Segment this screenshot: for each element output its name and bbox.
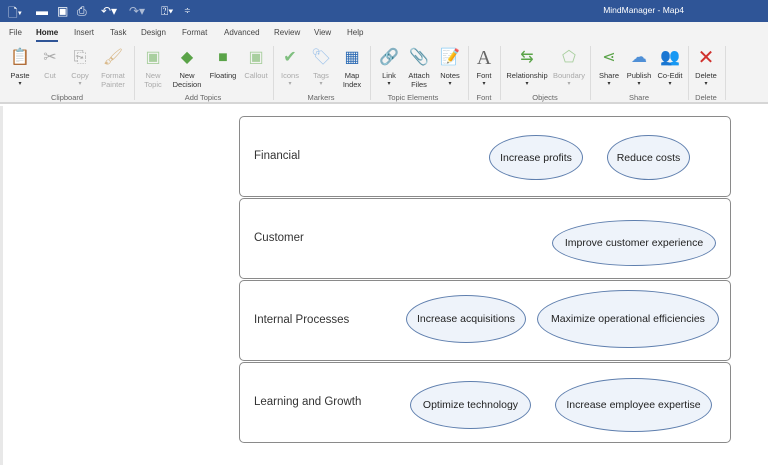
icons-icon: ✔ bbox=[283, 49, 297, 66]
callout-button[interactable]: ▣ Callout bbox=[239, 48, 273, 80]
ribbon-tabs: File Home Insert Task Design Format Adva… bbox=[0, 22, 768, 42]
new-decision-button[interactable]: ◆ New Decision bbox=[170, 48, 204, 89]
font-icon: A bbox=[476, 47, 492, 69]
tab-review[interactable]: Review bbox=[274, 28, 300, 37]
notes-icon: 📝 bbox=[440, 49, 460, 66]
notes-button[interactable]: 📝 Notes ▾ bbox=[433, 48, 467, 89]
group-label: Delete bbox=[695, 93, 717, 102]
group-label: Clipboard bbox=[50, 93, 84, 102]
undo-icon[interactable]: ↶▾ bbox=[101, 4, 117, 18]
co-edit-icon: 👥 bbox=[660, 49, 680, 66]
cut-button[interactable]: ✂ Cut bbox=[33, 48, 67, 80]
tags-button[interactable]: 🏷 Tags ▾ bbox=[304, 48, 338, 89]
format-painter-icon: 🖌 bbox=[102, 49, 124, 66]
publish-icon: ☁ bbox=[631, 49, 647, 66]
save-icon[interactable]: ▣ bbox=[57, 4, 68, 18]
group-label: Add Topics bbox=[184, 93, 222, 102]
link-icon: 🔗 bbox=[379, 49, 399, 66]
boundary-button[interactable]: ⬠ Boundary ▾ bbox=[549, 48, 589, 89]
tab-design[interactable]: Design bbox=[141, 28, 166, 37]
paste-button[interactable]: 📋 Paste ▾ bbox=[3, 48, 37, 89]
tab-file[interactable]: File bbox=[9, 28, 22, 37]
map-index-icon: ▦ bbox=[344, 49, 360, 66]
topic-increase-profits[interactable]: Increase profits bbox=[489, 135, 583, 180]
new-decision-icon: ◆ bbox=[180, 49, 194, 66]
group-label: Font bbox=[476, 93, 492, 102]
window-title: MindManager - Map4 bbox=[603, 5, 684, 15]
share-button[interactable]: ⋖ Share ▾ bbox=[592, 48, 626, 89]
print-icon[interactable]: ⎙ bbox=[77, 4, 87, 19]
copy-button[interactable]: ⎘ Copy ▾ bbox=[63, 48, 97, 89]
redo-icon[interactable]: ↷▾ bbox=[129, 4, 145, 18]
tab-format[interactable]: Format bbox=[182, 28, 207, 37]
link-button[interactable]: 🔗 Link ▾ bbox=[372, 48, 406, 89]
floating-button[interactable]: ■ Floating bbox=[206, 48, 240, 80]
copy-icon: ⎘ bbox=[73, 49, 87, 66]
attach-icon: 📎 bbox=[409, 49, 429, 66]
topic-maximize-operational-efficiencies[interactable]: Maximize operational efficiencies bbox=[537, 290, 719, 348]
group-label: Objects bbox=[532, 93, 558, 102]
map-index-button[interactable]: ▦ Map Index bbox=[335, 48, 369, 89]
relationship-button[interactable]: ⇆ Relationship ▾ bbox=[502, 48, 552, 89]
tab-view[interactable]: View bbox=[314, 28, 331, 37]
group-label: Share bbox=[628, 93, 650, 102]
row-label: Customer bbox=[254, 232, 304, 244]
tab-task[interactable]: Task bbox=[110, 28, 126, 37]
topic-reduce-costs[interactable]: Reduce costs bbox=[607, 135, 690, 180]
topic-increase-acquisitions[interactable]: Increase acquisitions bbox=[406, 295, 526, 343]
publish-button[interactable]: ☁ Publish ▾ bbox=[622, 48, 656, 89]
format-painter-button[interactable]: 🖌 Format Painter bbox=[96, 48, 130, 89]
topic-optimize-technology[interactable]: Optimize technology bbox=[410, 381, 531, 429]
title-bar: 🗋▾ ▬ ▣ ⎙ ↶▾ ↷▾ ⍰▾ ≑ MindManager - Map4 bbox=[0, 0, 768, 22]
co-edit-button[interactable]: 👥 Co-Edit ▾ bbox=[653, 48, 687, 89]
tab-help[interactable]: Help bbox=[347, 28, 363, 37]
topic-improve-customer-experience[interactable]: Improve customer experience bbox=[552, 220, 716, 266]
callout-icon: ▣ bbox=[248, 49, 264, 66]
floating-icon: ■ bbox=[218, 49, 228, 66]
topic-increase-employee-expertise[interactable]: Increase employee expertise bbox=[555, 378, 712, 432]
open-icon[interactable]: ▬ bbox=[36, 4, 48, 18]
help-icon[interactable]: ⍰▾ bbox=[161, 4, 173, 19]
delete-icon: ✕ bbox=[697, 47, 715, 69]
customize-icon[interactable]: ≑ bbox=[184, 6, 191, 15]
ribbon: 📋 Paste ▾ ✂ Cut ⎘ Copy ▾ 🖌 Format Painter ▣ New… bbox=[0, 42, 768, 104]
cut-icon: ✂ bbox=[43, 49, 57, 66]
tags-icon: 🏷 bbox=[310, 49, 332, 66]
row-label: Learning and Growth bbox=[254, 396, 362, 408]
row-label: Financial bbox=[254, 150, 301, 162]
tab-home[interactable]: Home bbox=[36, 28, 59, 42]
tab-insert[interactable]: Insert bbox=[74, 28, 94, 37]
tab-advanced[interactable]: Advanced bbox=[224, 28, 260, 37]
relationship-icon: ⇆ bbox=[520, 49, 534, 66]
icons-button[interactable]: ✔ Icons ▾ bbox=[273, 48, 307, 89]
attach-files-button[interactable]: 📎 Attach Files bbox=[402, 48, 436, 89]
row-label: Internal Processes bbox=[254, 314, 350, 326]
boundary-icon: ⬠ bbox=[562, 49, 576, 66]
new-topic-icon: ▣ bbox=[145, 49, 161, 66]
share-icon: ⋖ bbox=[602, 49, 616, 66]
delete-button[interactable]: ✕ Delete ▾ bbox=[689, 48, 723, 89]
paste-icon: 📋 bbox=[10, 49, 30, 66]
font-button[interactable]: A Font ▾ bbox=[467, 48, 501, 89]
group-label: Markers bbox=[307, 93, 335, 102]
group-label: Topic Elements bbox=[387, 93, 439, 102]
new-topic-button[interactable]: ▣ New Topic bbox=[136, 48, 170, 89]
